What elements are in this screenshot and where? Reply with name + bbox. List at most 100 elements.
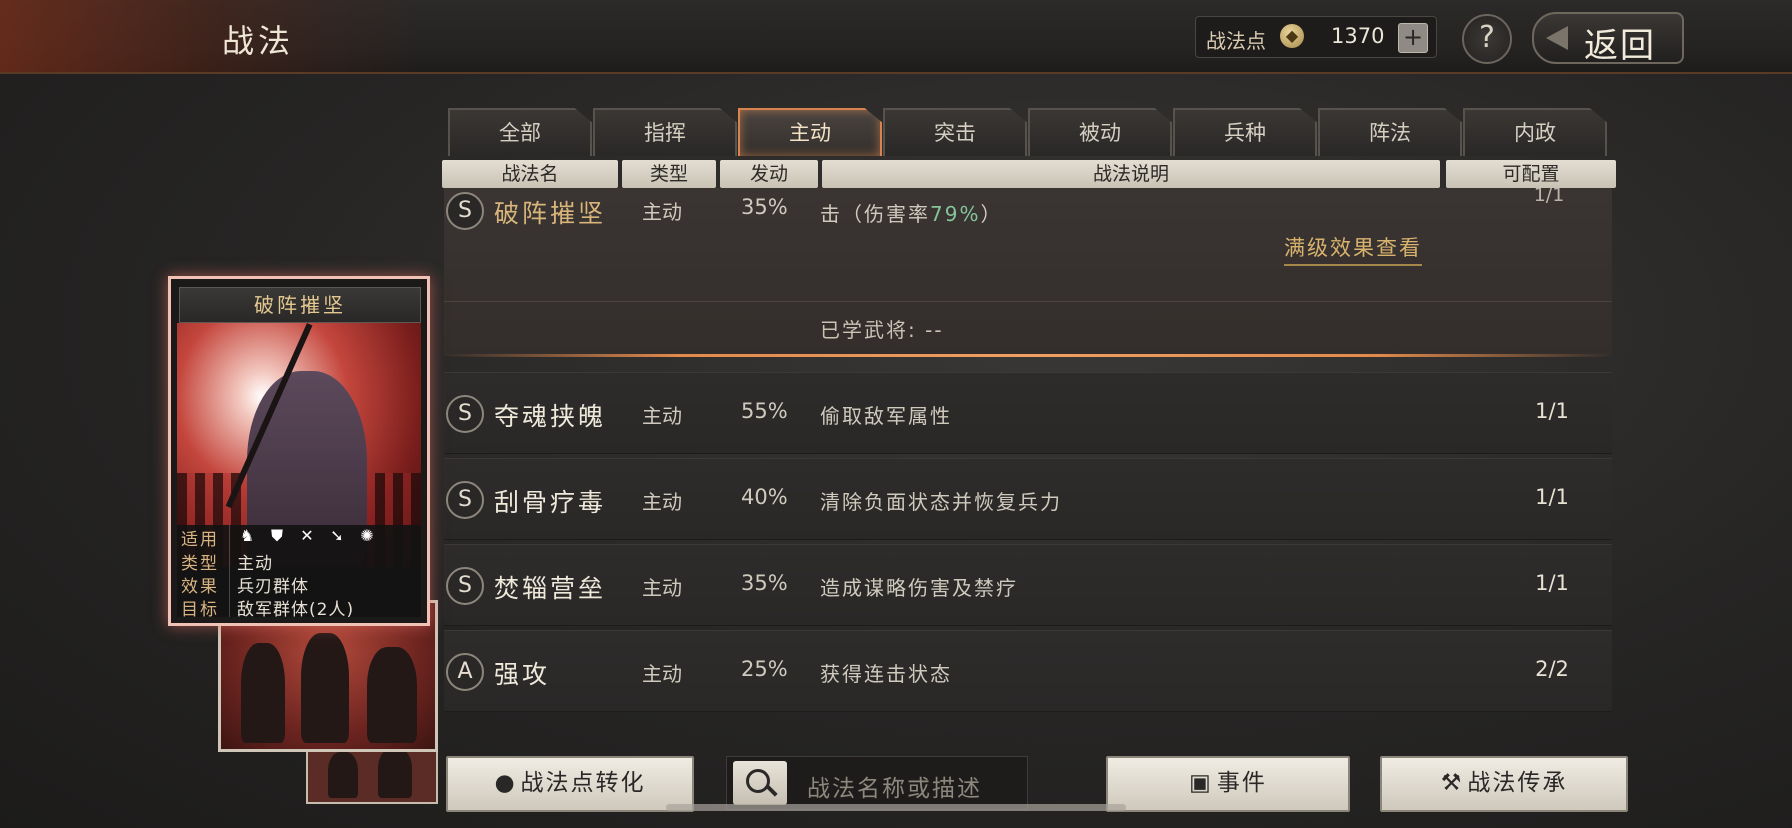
tactic-points-label: 战法点 <box>1206 29 1266 53</box>
card-applicable-row: 适用 ♞ ⛊ ✕ ➘ ✺ <box>177 525 421 550</box>
add-points-button[interactable]: + <box>1398 23 1428 53</box>
target-value: 敌军群体(2人) <box>237 600 355 620</box>
damage-rate-value: 79% <box>930 202 981 226</box>
type-value: 主动 <box>237 554 273 574</box>
tactic-name: 强攻 <box>494 660 551 689</box>
tactic-description: 击（伤害率79%） <box>820 198 1002 227</box>
column-config-header[interactable]: 可配置 <box>1446 160 1616 188</box>
tactic-card[interactable]: 破阵摧坚 适用 ♞ ⛊ ✕ ➘ ✺ 类型 主动 效果 兵刃群体 目标 敌军群体(2人) <box>168 276 430 626</box>
full-effect-link[interactable]: 满级效果查看 <box>1284 232 1422 266</box>
tab-command[interactable]: 指挥 <box>593 108 737 156</box>
help-button[interactable]: ? <box>1462 14 1512 64</box>
tactic-config: 1/1 <box>1535 571 1569 595</box>
card-target-row: 目标 敌军群体(2人) <box>177 595 421 620</box>
search-button[interactable] <box>733 761 787 805</box>
card-info-panel: 适用 ♞ ⛊ ✕ ➘ ✺ 类型 主动 效果 兵刃群体 目标 敌军群体(2人) <box>177 525 421 620</box>
column-name-header[interactable]: 战法名 <box>442 160 618 188</box>
tactic-type: 主动 <box>642 404 682 428</box>
tab-formation[interactable]: 阵法 <box>1318 108 1462 156</box>
applicable-label: 适用 <box>181 530 219 550</box>
grade-badge: A <box>446 653 484 691</box>
inherit-button[interactable]: ⚒ 战法传承 <box>1380 756 1628 812</box>
tactic-description: 清除负面状态并恢复兵力 <box>820 490 1062 514</box>
shield-icon: ⛊ <box>270 526 283 545</box>
title-glow <box>0 0 420 72</box>
search-box[interactable]: 战法名称或描述 <box>726 756 1028 810</box>
learned-value: -- <box>925 318 944 342</box>
events-button[interactable]: ▣ 事件 <box>1106 756 1350 812</box>
effect-label: 效果 <box>181 577 219 597</box>
table-row[interactable]: S 刮骨疗毒 主动 40% 清除负面状态并恢复兵力 1/1 <box>444 458 1612 540</box>
top-bar: 战法 战法点 ◆ 1370 + ? 返回 <box>0 0 1792 74</box>
column-type-header[interactable]: 类型 <box>622 160 716 188</box>
tactic-type: 主动 <box>642 200 682 224</box>
tactic-points-box: 战法点 ◆ 1370 + <box>1195 16 1437 58</box>
tactic-config: 1/1 <box>1535 399 1569 423</box>
tab-passive[interactable]: 被动 <box>1028 108 1172 156</box>
tactic-config: 1/1 <box>1535 485 1569 509</box>
tactic-type: 主动 <box>642 662 682 686</box>
grade-badge: S <box>446 192 484 230</box>
card-effect-row: 效果 兵刃群体 <box>177 572 421 597</box>
tactic-rate: 55% <box>741 399 788 423</box>
tactic-name: 焚辎营垒 <box>494 574 607 603</box>
search-icon-handle <box>766 785 778 797</box>
tactic-list[interactable]: S 破阵摧坚 主动 35% 击（伤害率79%） 1/1 满级效果查看 已学武将:… <box>444 188 1612 740</box>
table-row[interactable]: S 焚辎营垒 主动 35% 造成谋略伤害及禁疗 1/1 <box>444 544 1612 626</box>
flame-icon: ● <box>494 770 517 796</box>
tactic-description: 获得连击状态 <box>820 662 952 686</box>
silhouette-figure <box>367 647 417 743</box>
table-row[interactable]: A 强攻 主动 25% 获得连击状态 2/2 <box>444 630 1612 712</box>
silhouette-figure <box>378 748 412 798</box>
silhouette-figure <box>241 643 285 743</box>
table-row[interactable]: S 夺魂挟魄 主动 55% 偷取敌军属性 1/1 <box>444 372 1612 454</box>
tactic-type: 主动 <box>642 576 682 600</box>
search-icon <box>746 769 770 793</box>
target-label: 目标 <box>181 600 219 620</box>
tab-troop-type[interactable]: 兵种 <box>1173 108 1317 156</box>
expanded-tactic-row[interactable]: S 破阵摧坚 主动 35% 击（伤害率79%） 1/1 满级效果查看 已学武将:… <box>444 188 1612 357</box>
search-input[interactable]: 战法名称或描述 <box>807 769 982 803</box>
effect-value: 兵刃群体 <box>237 577 309 597</box>
tactic-points-value: 1370 <box>1331 24 1385 48</box>
tactic-rate: 35% <box>741 195 788 219</box>
inherit-label: 战法传承 <box>1467 770 1568 796</box>
card-type-row: 类型 主动 <box>177 549 421 574</box>
tactic-rate: 25% <box>741 657 788 681</box>
column-desc-header: 战法说明 <box>822 160 1440 188</box>
back-arrow-icon <box>1546 26 1568 50</box>
tactic-description: 造成谋略伤害及禁疗 <box>820 576 1018 600</box>
column-rate-header[interactable]: 发动 <box>720 160 818 188</box>
tactic-description: 偷取敌军属性 <box>820 404 952 428</box>
events-label: 事件 <box>1216 770 1267 796</box>
learned-label: 已学武将: <box>820 318 917 342</box>
convert-points-button[interactable]: ● 战法点转化 <box>446 756 694 812</box>
tab-assault[interactable]: 突击 <box>883 108 1027 156</box>
tab-internal-affairs[interactable]: 内政 <box>1463 108 1607 156</box>
back-button[interactable]: 返回 <box>1532 12 1684 66</box>
learned-generals: 已学武将: -- <box>820 314 944 343</box>
hammer-icon: ⚒ <box>1440 770 1464 796</box>
desc-suffix: ） <box>980 202 1003 226</box>
tactic-type: 主动 <box>642 490 682 514</box>
alert-scroll-icon: ▣ <box>1189 770 1213 796</box>
tab-all[interactable]: 全部 <box>448 108 592 156</box>
grade-badge: S <box>446 395 484 433</box>
silhouette-figure <box>328 752 358 798</box>
tactic-name: 破阵摧坚 <box>494 199 607 228</box>
page-title: 战法 <box>222 22 295 60</box>
tactic-point-icon: ◆ <box>1280 24 1304 48</box>
tactic-rate: 35% <box>741 571 788 595</box>
tactic-rate: 40% <box>741 485 788 509</box>
cavalry-icon: ♞ <box>239 526 255 545</box>
card-title: 破阵摧坚 <box>179 287 421 323</box>
tactic-name: 夺魂挟魄 <box>494 402 607 431</box>
home-indicator[interactable] <box>666 804 1126 811</box>
tactic-name: 刮骨疗毒 <box>494 488 607 517</box>
grade-badge: S <box>446 567 484 605</box>
back-label: 返回 <box>1584 26 1656 66</box>
wheel-icon: ✺ <box>360 526 374 545</box>
bow-icon: ✕ <box>300 526 314 545</box>
tab-active[interactable]: 主动 <box>738 108 882 156</box>
tactic-config: 2/2 <box>1535 657 1569 681</box>
